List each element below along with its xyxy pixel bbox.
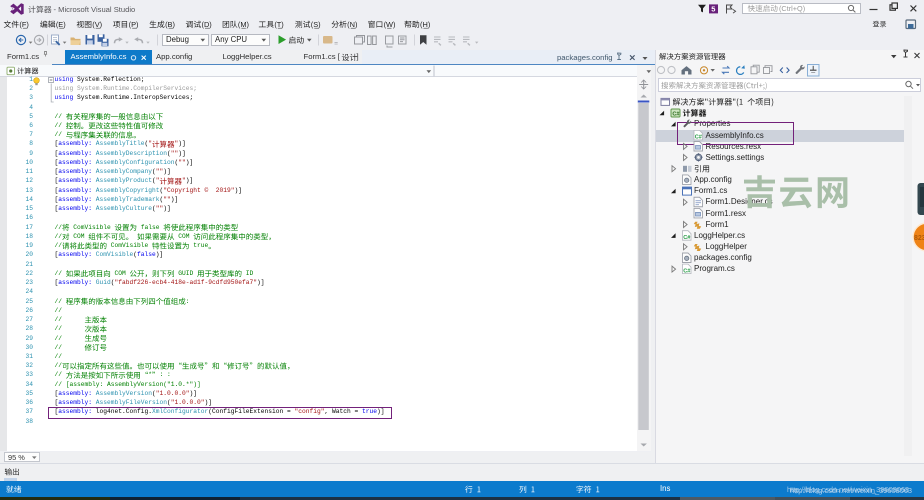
svg-text:C#: C#: [672, 111, 680, 117]
svg-text:C#: C#: [683, 268, 691, 274]
svg-text:5: 5: [711, 4, 715, 13]
svg-text:823: 823: [914, 235, 924, 242]
svg-text:C#: C#: [695, 135, 703, 141]
svg-text:C#: C#: [683, 235, 691, 241]
